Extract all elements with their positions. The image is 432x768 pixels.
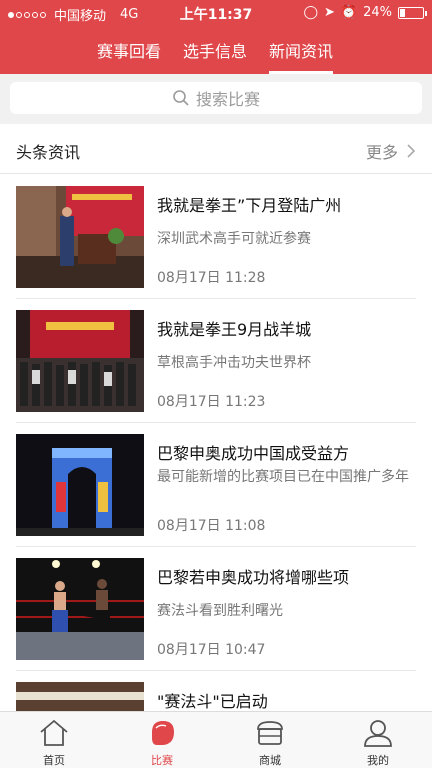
boxing-glove-icon xyxy=(152,721,174,745)
news-time: 08月17日 11:08 xyxy=(157,518,266,534)
news-title: 我就是拳王”下月登陆广州 xyxy=(157,196,342,215)
battery-percent: 24% xyxy=(363,5,392,20)
news-item[interactable]: 巴黎若申奥成功将增哪些项 赛法斗看到胜利曙光 08月17日 10:47 xyxy=(0,547,432,671)
rotation-lock-icon: ◯ xyxy=(303,5,318,20)
bottom-tab-bar: 首页 比赛 商城 我的 xyxy=(0,711,432,768)
news-item[interactable]: "赛法斗"已启动 xyxy=(0,671,432,711)
tabbar-label: 我的 xyxy=(367,754,389,767)
news-time: 08月17日 10:47 xyxy=(157,642,266,658)
search-area: 搜索比赛 xyxy=(0,74,432,124)
news-thumbnail xyxy=(16,186,144,288)
headline-section-header: 头条资讯 更多 xyxy=(0,124,432,174)
more-link[interactable]: 更多 xyxy=(366,139,416,163)
alarm-icon: ⏰ xyxy=(340,5,358,20)
news-desc: 赛法斗看到胜利曙光 xyxy=(157,603,283,619)
chevron-right-icon xyxy=(407,144,416,158)
tabbar-label: 首页 xyxy=(43,754,65,767)
status-right: ◯ ➤ ⏰ 24% xyxy=(303,5,427,20)
news-title: 巴黎若申奥成功将增哪些项 xyxy=(157,568,350,587)
news-desc: 草根高手冲击功夫世界杯 xyxy=(157,355,311,371)
news-title: 我就是拳王9月战羊城 xyxy=(157,320,312,339)
news-desc: 深圳武术高手可就近参赛 xyxy=(157,231,311,247)
tab-match-replay[interactable]: 赛事回看 xyxy=(97,38,161,74)
tabbar-item-match[interactable]: 比赛 xyxy=(108,712,216,768)
top-nav: 赛事回看 选手信息 新闻资讯 xyxy=(0,26,432,74)
search-placeholder: 搜索比赛 xyxy=(195,90,260,109)
more-label: 更多 xyxy=(365,143,398,162)
section-title: 头条资讯 xyxy=(16,143,81,162)
news-thumbnail xyxy=(16,310,144,412)
search-input[interactable]: 搜索比赛 xyxy=(10,82,422,114)
news-title: "赛法斗"已启动 xyxy=(157,692,268,711)
tab-player-info[interactable]: 选手信息 xyxy=(183,38,247,74)
battery-fill xyxy=(400,8,405,17)
news-item[interactable]: 我就是拳王9月战羊城 草根高手冲击功夫世界杯 08月17日 11:23 xyxy=(0,299,432,423)
home-icon xyxy=(40,719,68,746)
battery-icon xyxy=(398,6,427,19)
news-time: 08月17日 11:28 xyxy=(157,270,266,286)
tabbar-item-home[interactable]: 首页 xyxy=(0,712,108,768)
news-desc: 最可能新增的比赛项目已在中国推广多年 xyxy=(157,469,409,485)
news-thumbnail xyxy=(16,558,144,660)
news-time: 08月17日 11:23 xyxy=(157,394,266,410)
news-item[interactable]: 巴黎申奥成功中国成受益方 最可能新增的比赛项目已在中国推广多年 08月17日 1… xyxy=(0,423,432,547)
news-item[interactable]: 我就是拳王”下月登陆广州 深圳武术高手可就近参赛 08月17日 11:28 xyxy=(0,175,432,299)
tabbar-item-shop[interactable]: 商城 xyxy=(216,712,324,768)
news-title: 巴黎申奥成功中国成受益方 xyxy=(157,444,350,463)
search-icon xyxy=(173,90,189,106)
status-bar: 中国移动 4G 上午11:37 ◯ ➤ ⏰ 24% xyxy=(0,0,432,26)
news-thumbnail xyxy=(16,434,144,536)
location-icon: ➤ xyxy=(324,5,335,20)
tabbar-label: 商城 xyxy=(259,754,281,767)
news-thumbnail xyxy=(16,682,144,711)
user-icon xyxy=(364,720,392,747)
shop-icon xyxy=(257,721,283,745)
tab-news[interactable]: 新闻资讯 xyxy=(269,38,334,74)
tabbar-item-mine[interactable]: 我的 xyxy=(324,712,432,768)
tabbar-label: 比赛 xyxy=(151,754,173,767)
